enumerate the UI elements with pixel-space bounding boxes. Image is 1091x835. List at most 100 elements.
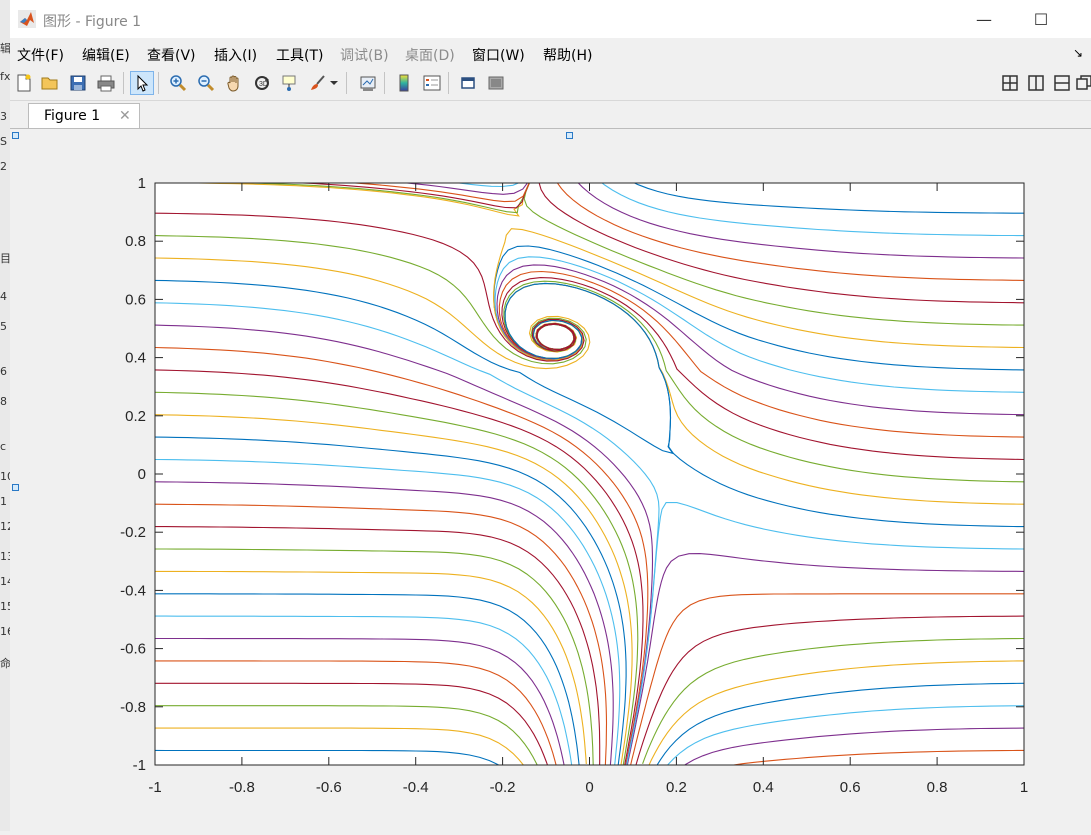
- toolbar-separator: [158, 72, 159, 94]
- y-tick-label: 0: [138, 466, 146, 483]
- data-cursor-icon[interactable]: [278, 71, 302, 95]
- figure-window: 图形 - Figure 1 — ☐ 文件(F) 编辑(E) 查看(V) 插入(I…: [10, 0, 1091, 831]
- save-icon[interactable]: [66, 71, 90, 95]
- float-icon[interactable]: [1072, 71, 1091, 95]
- x-tick-label: 0: [585, 779, 593, 796]
- link-plot-icon[interactable]: [356, 71, 380, 95]
- trajectory-line: [862, 764, 877, 765]
- background-text-fragment: 4: [0, 290, 7, 303]
- trajectory-line: [713, 183, 720, 184]
- new-figure-icon[interactable]: [12, 71, 36, 95]
- menu-help[interactable]: 帮助(H): [543, 45, 592, 65]
- tab-label: Figure 1: [44, 108, 101, 124]
- background-text-fragment: 命: [0, 657, 10, 670]
- trajectory-line: [459, 764, 463, 765]
- x-tick-label: -0.4: [403, 779, 429, 796]
- menu-edit[interactable]: 编辑(E): [82, 45, 130, 65]
- brush-dropdown-icon[interactable]: [328, 71, 340, 95]
- tile-grid-icon[interactable]: [998, 71, 1022, 95]
- rotate-3d-icon[interactable]: 3D: [250, 71, 274, 95]
- background-text-fragment: 5: [0, 320, 7, 333]
- title-bar[interactable]: 图形 - Figure 1 — ☐: [10, 0, 1091, 38]
- background-window-strip: 辑 fx 3 S 2 目 4 5 6 8 c 10 1 12 13 14 15 16 命: [0, 0, 10, 831]
- zoom-out-icon[interactable]: [194, 71, 218, 95]
- y-tick-label: 1: [138, 175, 146, 192]
- y-tick-label: -0.8: [120, 699, 146, 716]
- trajectory-line: [766, 764, 772, 765]
- y-tick-label: -0.6: [120, 641, 146, 658]
- trajectory-line: [354, 764, 422, 765]
- x-tick-label: 0.4: [753, 779, 774, 796]
- menu-debug[interactable]: 调试(B): [340, 45, 389, 65]
- background-text-fragment: fx: [0, 70, 10, 83]
- dock-arrow-icon[interactable]: ↘: [1073, 46, 1083, 60]
- split-rows-icon[interactable]: [1050, 71, 1074, 95]
- maximize-button[interactable]: ☐: [1018, 4, 1064, 34]
- menu-tools[interactable]: 工具(T): [276, 45, 323, 65]
- trajectory-line: [407, 764, 432, 765]
- hide-plot-tools-icon[interactable]: [456, 71, 480, 95]
- pan-hand-icon[interactable]: [222, 71, 246, 95]
- toolbar-separator: [123, 72, 124, 94]
- background-text-fragment: 2: [0, 160, 7, 173]
- menu-bar: 文件(F) 编辑(E) 查看(V) 插入(I) 工具(T) 调试(B) 桌面(D…: [10, 40, 1091, 66]
- menu-file[interactable]: 文件(F): [17, 45, 64, 65]
- print-icon[interactable]: [94, 71, 118, 95]
- background-text-fragment: 6: [0, 365, 7, 378]
- x-tick-label: -0.8: [229, 779, 255, 796]
- x-tick-label: 0.6: [840, 779, 861, 796]
- brush-icon[interactable]: [306, 71, 330, 95]
- background-text-fragment: 10: [0, 470, 10, 483]
- maximize-icon: ☐: [1033, 9, 1049, 29]
- trajectory-line: [665, 183, 668, 184]
- insert-colorbar-icon[interactable]: [392, 71, 416, 95]
- background-text-fragment: 8: [0, 395, 7, 408]
- insert-legend-icon[interactable]: [420, 71, 444, 95]
- background-text-fragment: 3: [0, 110, 7, 123]
- phase-portrait-chart: -1 -0.8 -0.6 -0.4 -0.2 0 0.2 0.4 0.6 0.8 1 1 0.8 0.6…: [120, 175, 1028, 796]
- split-columns-icon[interactable]: [1024, 71, 1048, 95]
- y-tick-label: 0.8: [125, 233, 146, 250]
- menu-window[interactable]: 窗口(W): [472, 45, 525, 65]
- background-text-fragment: c: [0, 440, 7, 453]
- menu-view[interactable]: 查看(V): [147, 45, 196, 65]
- trajectory-line: [814, 764, 825, 765]
- selection-handle[interactable]: [12, 132, 19, 139]
- background-text-fragment: 1: [0, 495, 7, 508]
- figure-toolbar: 3D: [10, 68, 1091, 101]
- background-text-fragment: 16: [0, 625, 10, 638]
- background-text-fragment: 目: [0, 252, 10, 265]
- background-text-fragment: S: [0, 135, 7, 148]
- background-text-fragment: 15: [0, 600, 10, 613]
- trajectory-line: [250, 764, 422, 765]
- trajectory-line: [198, 764, 419, 765]
- minimize-icon: —: [976, 9, 992, 29]
- open-file-icon[interactable]: [38, 71, 62, 95]
- matlab-logo-icon: [18, 10, 36, 28]
- toolbar-separator: [448, 72, 449, 94]
- y-tick-label: 0.2: [125, 408, 146, 425]
- menu-desktop[interactable]: 桌面(D): [405, 45, 455, 65]
- trajectory-line: [302, 764, 420, 765]
- minimize-button[interactable]: —: [961, 4, 1007, 34]
- x-tick-label: -0.2: [490, 779, 516, 796]
- y-tick-label: -0.4: [120, 582, 146, 599]
- y-tick-label: -1: [133, 757, 146, 774]
- trajectory-line: [760, 183, 772, 184]
- select-arrow-icon[interactable]: [130, 71, 154, 95]
- zoom-in-icon[interactable]: [166, 71, 190, 95]
- trajectory-line: [939, 764, 981, 765]
- x-tick-label: -0.6: [316, 779, 342, 796]
- tab-figure-1[interactable]: Figure 1 ✕: [28, 103, 140, 128]
- selection-handle[interactable]: [12, 484, 19, 491]
- toolbar-separator: [384, 72, 385, 94]
- svg-text:3D: 3D: [259, 81, 268, 88]
- close-icon[interactable]: ✕: [119, 108, 131, 124]
- y-tick-label: 0.4: [125, 350, 146, 367]
- selection-handle[interactable]: [566, 132, 573, 139]
- x-tick-label: 1: [1020, 779, 1028, 796]
- trajectory-line: [852, 183, 877, 184]
- x-tick-label: 0.2: [666, 779, 687, 796]
- show-plot-tools-icon[interactable]: [484, 71, 508, 95]
- menu-insert[interactable]: 插入(I): [214, 45, 257, 65]
